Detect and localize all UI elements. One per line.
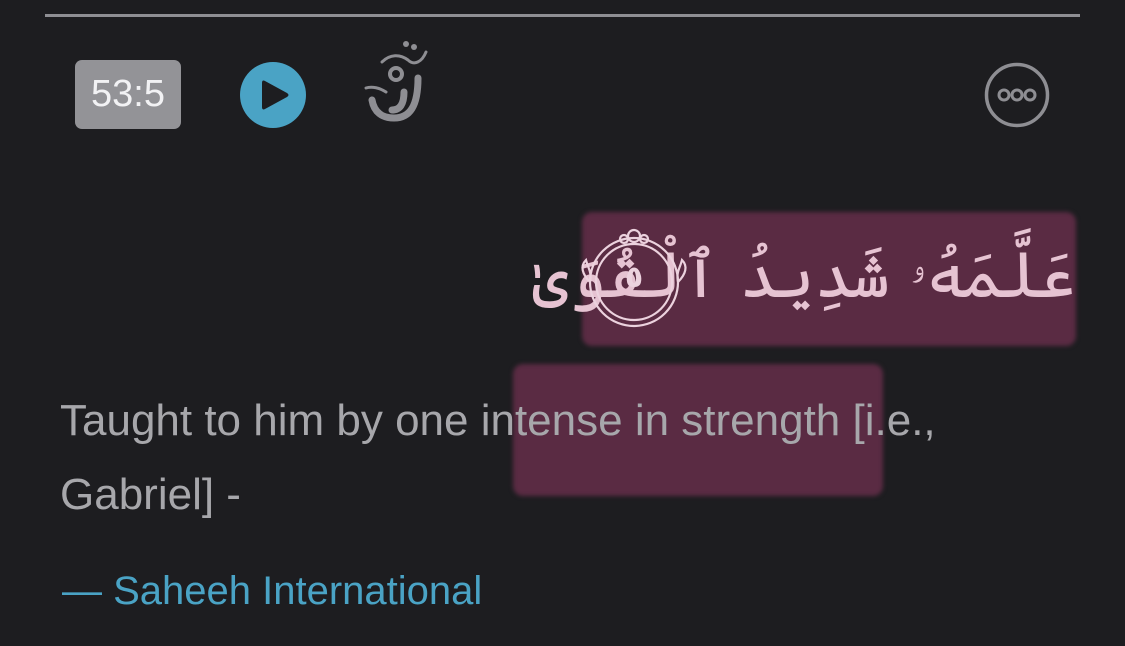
- translation-text-highlighted: ntense in strength: [490, 396, 841, 445]
- top-divider: [45, 14, 1080, 17]
- arabic-verse-text[interactable]: عَلَّمَهُۥ شَدِيدُ ٱلْقُوَىٰ: [532, 216, 1076, 336]
- verse-number-marker: ٥: [578, 222, 690, 334]
- play-button[interactable]: [240, 62, 306, 128]
- quran-logo-icon[interactable]: [360, 40, 440, 130]
- translation-text-before: Taught to him by one i: [60, 396, 491, 445]
- more-options-icon: [984, 62, 1050, 128]
- translation-text[interactable]: Taught to him by one intense in strength…: [60, 384, 1070, 532]
- verse-number: ٥: [624, 260, 644, 295]
- play-icon: [262, 80, 289, 110]
- translation-attribution-link[interactable]: — Saheeh International: [62, 566, 482, 616]
- verse-reference-badge[interactable]: 53:5: [75, 60, 181, 129]
- more-options-button[interactable]: [984, 62, 1050, 128]
